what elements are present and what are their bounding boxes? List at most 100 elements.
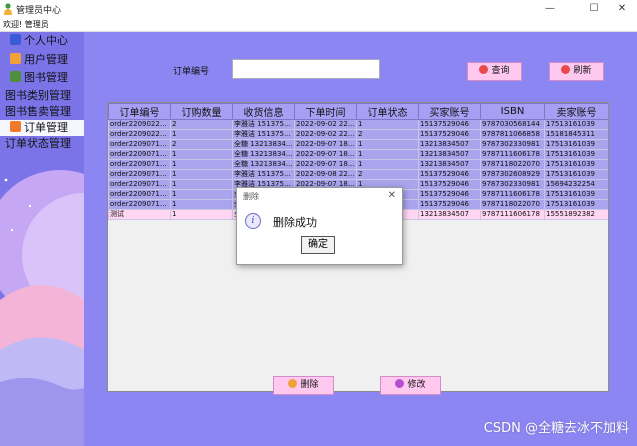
table-cell: 9787030568144 [480,119,545,130]
table-row[interactable]: order22090222... 1 李雅洁 151375... 2022-09-02… [108,129,608,140]
table-cell: 15137529046 [418,129,481,140]
table-cell: 1 [170,159,233,170]
table-cell: 1 [170,199,233,210]
table-cell: 13213834507 [418,139,481,150]
table-cell: 17513161039 [544,159,608,170]
refresh-icon [561,65,571,74]
sidebar-item-book-category[interactable]: 图书类别管理 [5,88,71,104]
dialog-close-icon[interactable]: ✕ [388,190,396,201]
table-cell: 15181845311 [544,129,608,140]
user-icon [10,34,21,45]
search-icon [479,65,489,74]
table-cell: 15137529046 [418,179,481,190]
table-cell: order22090718... [108,169,171,180]
sidebar-decoration [0,150,84,446]
column-header[interactable]: 下单时间 [294,103,357,120]
table-header-row: 订单编号 订购数量 收货信息 下单时间 订单状态 买家账号 ISBN 卖家账号 [108,103,608,120]
sidebar-item-book-management[interactable]: 图书管理 [10,70,68,86]
modify-button[interactable]: 修改 [380,376,441,395]
table-cell: 17513161039 [544,119,608,130]
table-cell: 9787302608929 [480,169,545,180]
table-cell: 13213834507 [418,159,481,170]
table-cell: 2 [170,119,233,130]
table-cell: order22090718... [108,149,171,160]
table-row[interactable]: order22090718...1全糖 13213834...2022-09-0… [108,149,608,160]
table-cell: 9787302330981 [480,139,545,150]
table-cell: 1 [170,189,233,200]
refresh-button[interactable]: 刷新 [549,62,604,81]
table-cell: 1 [356,159,419,170]
dialog-title: 删除 [243,192,259,201]
table-cell: 2 [356,169,419,180]
dialog-message: 删除成功 [273,216,317,229]
table-cell: 15694232254 [544,179,608,190]
table-cell: 1 [356,149,419,160]
table-cell: 李雅洁 151375... [232,169,295,180]
close-window-button[interactable]: ✕ [609,1,635,17]
table-cell: 1 [170,209,233,220]
sidebar: 个人中心 用户管理 图书管理 图书类别管理 图书售卖管理 订单管理 订单状态管理 [0,32,84,446]
table-cell: 李雅洁 151375... [232,119,295,130]
table-cell: 17513161039 [544,189,608,200]
window-title: 管理员中心 [16,6,62,16]
table-cell: 17513161039 [544,199,608,210]
table-cell: 9787302330981 [480,179,545,190]
column-header[interactable]: ISBN [480,103,545,120]
table-cell: 2022-09-02 22... [294,119,357,130]
app-icon [4,3,12,15]
table-cell: order22090221... [108,119,171,130]
maximize-button[interactable]: ☐ [581,1,607,17]
table-cell: 9787111606178 [480,189,545,200]
table-cell: 13213834507 [418,149,481,160]
sidebar-item-user-management[interactable]: 用户管理 [10,52,68,68]
info-icon: i [245,213,261,229]
order-no-input[interactable] [232,59,380,79]
table-cell: 15137529046 [418,169,481,180]
column-header[interactable]: 订单状态 [356,103,419,120]
delete-button[interactable]: 删除 [273,376,334,395]
table-cell: 2022-09-07 18... [294,159,357,170]
table-row[interactable]: order22090718... 2 全糖 13213834... 2022-09-0… [108,139,608,150]
minimize-button[interactable]: — [537,1,563,17]
table-cell: 1 [170,149,233,160]
table-cell: 全糖 13213834... [232,159,295,170]
table-row[interactable]: order22090221... 2 李雅洁 151375... 2022-09-02… [108,119,608,130]
table-cell: 9787118022070 [480,199,545,210]
table-cell: 15551892382 [544,209,608,220]
table-cell: 测试 [108,209,171,220]
table-cell: order22090718... [108,159,171,170]
ok-button[interactable]: 确定 [301,236,335,254]
table-cell: 9787118022070 [480,159,545,170]
table-cell: 2022-09-07 18... [294,139,357,150]
table-cell: 15137529046 [418,119,481,130]
table-cell: 1 [170,179,233,190]
column-header[interactable]: 卖家账号 [544,103,608,120]
column-header[interactable]: 订购数量 [170,103,233,120]
delete-icon [288,379,298,388]
table-row[interactable]: order22090718...1全糖 13213834...2022-09-0… [108,159,608,170]
table-row[interactable]: order22090718... 1 李雅洁 151375... 2022-09-08… [108,169,608,180]
table-cell: 9787811066858 [480,129,545,140]
sidebar-item-personal-center[interactable]: 个人中心 [10,33,68,49]
table-cell: 17513161039 [544,169,608,180]
order-icon [10,121,21,132]
table-cell: 2022-09-08 22... [294,169,357,180]
column-header[interactable]: 订单编号 [108,103,171,120]
delete-success-dialog: 删除 ✕ i 删除成功 确定 [236,187,403,265]
column-header[interactable]: 收货信息 [232,103,295,120]
table-cell: 15137529046 [418,199,481,210]
sidebar-item-order-management[interactable]: 订单管理 [0,120,84,136]
table-cell: 2 [170,139,233,150]
table-cell: 2022-09-02 22... [294,129,357,140]
table-cell: 17513161039 [544,139,608,150]
book-icon [10,71,21,82]
table-cell: order22090718... [108,199,171,210]
table-cell: 9787111606178 [480,209,545,220]
query-button[interactable]: 查询 [467,62,522,81]
table-cell: 2 [356,129,419,140]
column-header[interactable]: 买家账号 [418,103,481,120]
sidebar-item-book-sales[interactable]: 图书售卖管理 [5,104,71,120]
table-cell: 1 [356,139,419,150]
table-cell: 1 [170,129,233,140]
table-cell: 15137529046 [418,189,481,200]
